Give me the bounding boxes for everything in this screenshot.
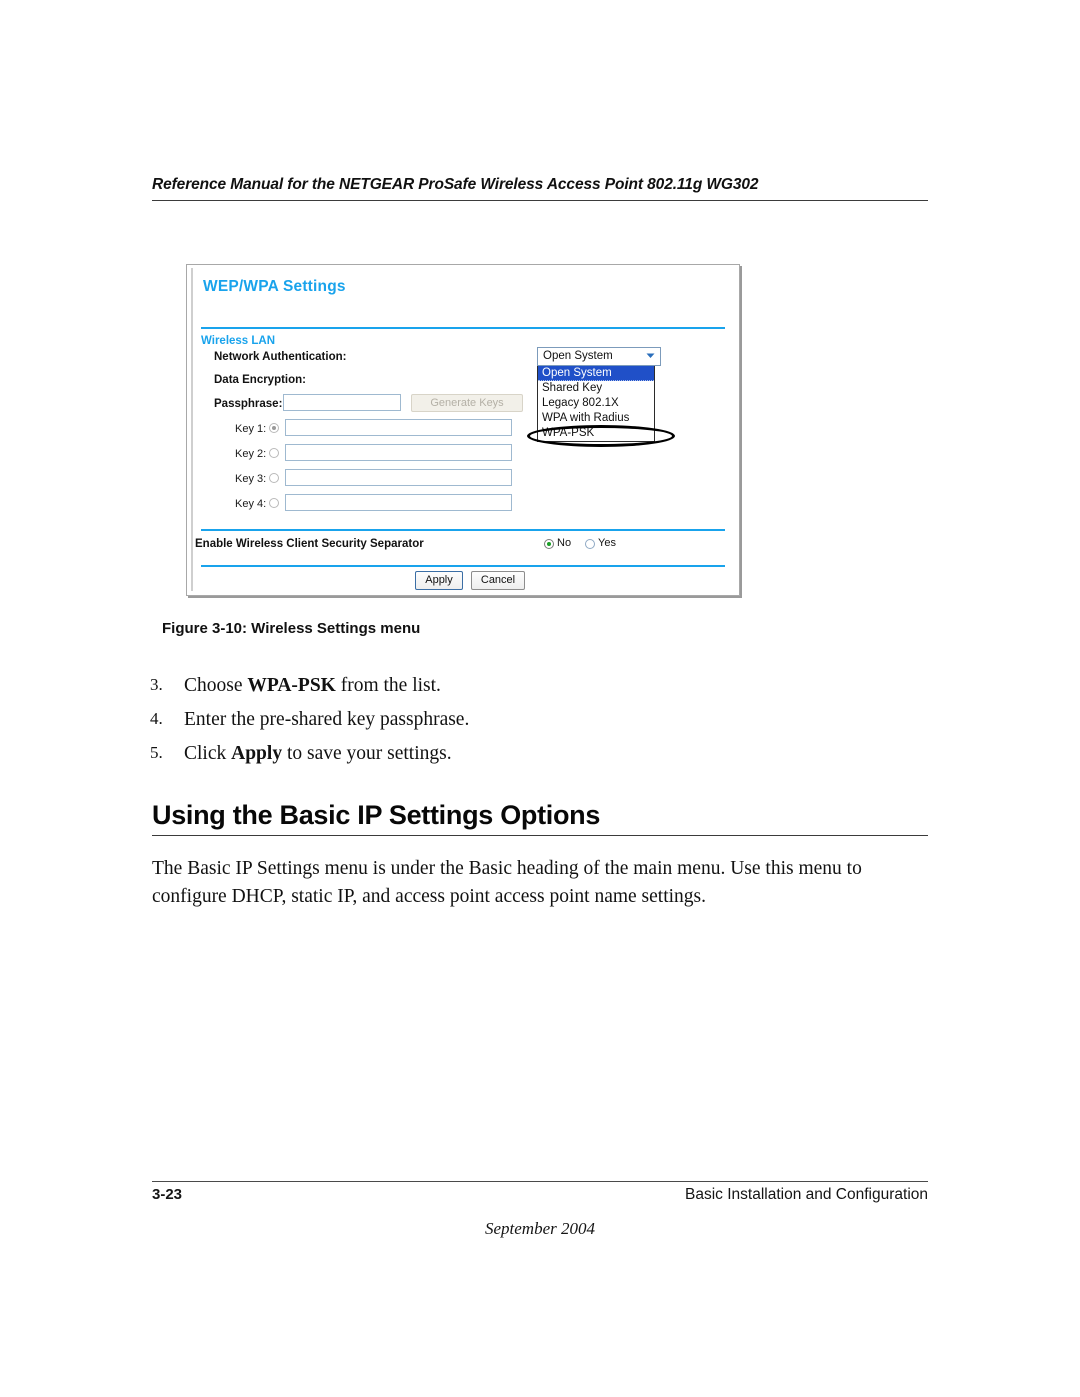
security-separator-no-label: No [557,537,572,549]
step-text: Choose WPA-PSK from the list. [184,675,441,697]
footer-divider [152,1181,928,1182]
key-1-input[interactable] [285,419,512,436]
generate-keys-button[interactable]: Generate Keys [411,394,523,412]
dropdown-option-shared-key[interactable]: Shared Key [538,381,654,396]
step-text-after: to save your settings. [282,743,452,764]
security-separator-yes-radio[interactable] [585,539,595,549]
panel-divider-middle [201,529,725,531]
key-4-label: Key 4: [235,498,267,510]
security-separator-yes-label: Yes [598,537,616,549]
key-1-label: Key 1: [235,423,267,435]
wep-wpa-settings-panel: WEP/WPA Settings Wireless LAN Network Au… [186,264,740,596]
step-text-bold: WPA-PSK [247,675,336,696]
footer-chapter-title: Basic Installation and Configuration [685,1186,928,1203]
dropdown-option-list[interactable]: Open System Shared Key Legacy 802.1X WPA… [537,366,655,442]
step-text-before: Click [184,743,232,764]
key-4-radio[interactable] [269,498,279,508]
cancel-button[interactable]: Cancel [471,571,525,590]
panel-divider-bottom [201,565,725,567]
wireless-lan-section-label: Wireless LAN [201,335,276,347]
dropdown-option-wpa-psk[interactable]: WPA-PSK [538,426,654,441]
step-text-before: Choose [184,675,248,696]
network-authentication-label: Network Authentication: [214,351,347,363]
step-text: Enter the pre-shared key passphrase. [184,709,469,731]
dropdown-selected-value: Open System [543,350,613,362]
step-text-before: Enter the pre-shared key passphrase. [184,709,470,730]
apply-button[interactable]: Apply [415,571,463,590]
security-separator-no-radio[interactable] [544,539,554,549]
key-3-label: Key 3: [235,473,267,485]
key-3-radio[interactable] [269,473,279,483]
panel-title: WEP/WPA Settings [203,278,346,295]
step-number: 3. [150,675,163,694]
passphrase-input[interactable] [283,394,401,411]
key-4-input[interactable] [285,494,512,511]
key-2-input[interactable] [285,444,512,461]
footer-page-number: 3-23 [152,1186,183,1203]
figure-caption: Figure 3-10: Wireless Settings menu [162,620,421,637]
key-2-radio[interactable] [269,448,279,458]
dropdown-option-open-system[interactable]: Open System [538,366,654,381]
running-header-text: Reference Manual for the NETGEAR ProSafe… [152,176,759,193]
key-1-radio[interactable] [269,423,279,433]
data-encryption-label: Data Encryption: [214,374,307,386]
key-2-label: Key 2: [235,448,267,460]
network-authentication-dropdown[interactable]: Open System Open System Shared Key Legac… [537,347,661,442]
page-running-header: Reference Manual for the NETGEAR ProSafe… [152,176,928,201]
section-heading-divider [152,835,928,836]
footer-date: September 2004 [484,1219,595,1238]
header-divider [152,200,928,201]
dropdown-option-legacy-8021x[interactable]: Legacy 802.1X [538,396,654,411]
step-text-bold: Apply [231,743,283,764]
section-paragraph: The Basic IP Settings menu is under the … [152,858,862,907]
dropdown-option-wpa-with-radius[interactable]: WPA with Radius [538,411,654,426]
step-text-after: from the list. [335,675,441,696]
dropdown-combobox[interactable]: Open System [537,347,661,366]
passphrase-label: Passphrase: [214,398,283,410]
page-title: Using the Basic IP Settings Options [152,800,601,830]
step-number: 5. [150,743,163,762]
section-heading-block: Using the Basic IP Settings Options [152,800,928,836]
chevron-down-icon[interactable] [642,349,659,364]
step-text: Click Apply to save your settings. [184,743,452,765]
panel-divider-top [201,327,725,329]
security-separator-label: Enable Wireless Client Security Separato… [195,538,424,550]
step-number: 4. [150,709,163,728]
key-3-input[interactable] [285,469,512,486]
